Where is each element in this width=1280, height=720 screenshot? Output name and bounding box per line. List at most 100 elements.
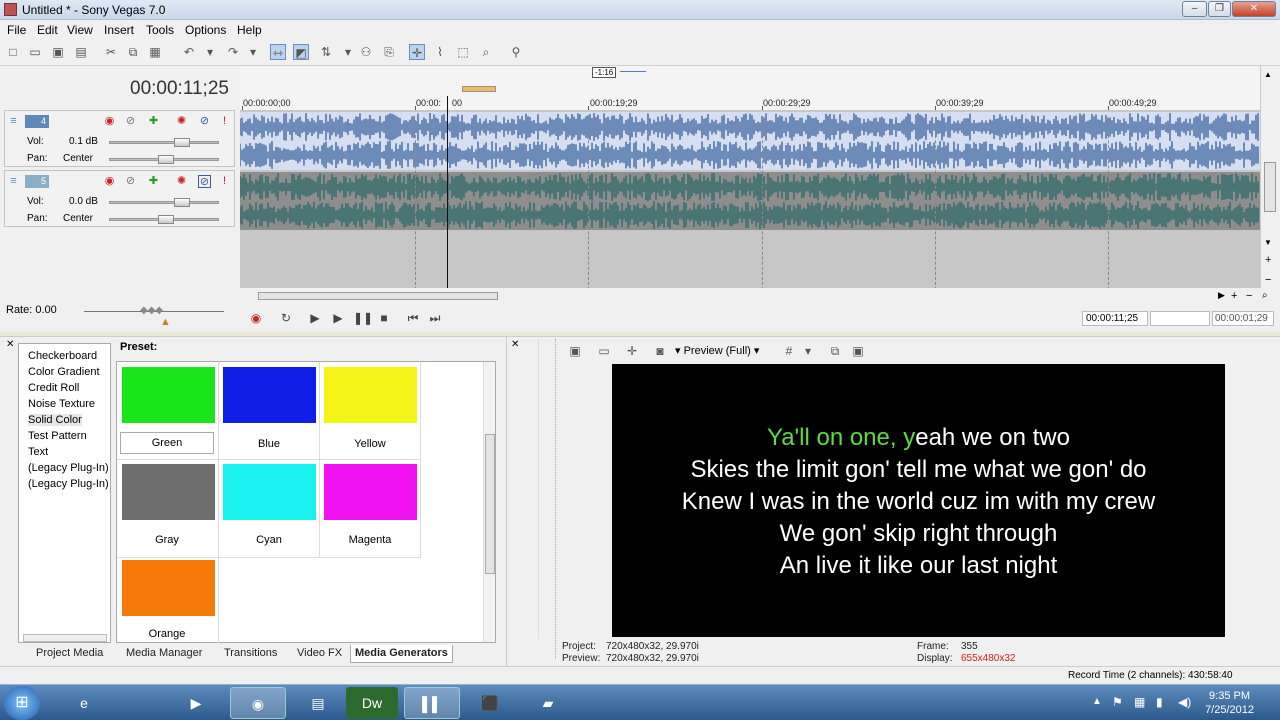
preset-scroll-thumb[interactable]: [485, 434, 495, 574]
preset-cell[interactable]: Green: [117, 362, 219, 460]
menu-edit[interactable]: Edit: [37, 23, 58, 37]
preset-vertical-scrollbar[interactable]: [483, 362, 495, 642]
list-horizontal-scrollbar[interactable]: [23, 634, 107, 642]
menu-tools[interactable]: Tools: [146, 23, 174, 37]
menu-file[interactable]: File: [7, 23, 26, 37]
menu-options[interactable]: Options: [185, 23, 226, 37]
minimize-button[interactable]: –: [1182, 1, 1207, 17]
audio-event-track-4[interactable]: [240, 112, 1260, 170]
solo-icon[interactable]: !: [218, 115, 231, 128]
track-collapse-icon[interactable]: ≡: [7, 115, 20, 128]
envelope-tool-icon[interactable]: ⌇: [432, 44, 448, 60]
internet-explorer-icon[interactable]: e: [56, 687, 112, 719]
track-collapse-icon[interactable]: ≡: [7, 175, 20, 188]
play-from-start-icon[interactable]: ▶: [307, 310, 323, 326]
go-to-start-icon[interactable]: ⏮: [405, 310, 421, 326]
generator-item[interactable]: (Legacy Plug-In) T: [28, 462, 110, 474]
start-button[interactable]: ⊞: [4, 686, 40, 720]
automation-icon[interactable]: ✚: [147, 115, 160, 128]
loop-playback-icon[interactable]: ↻: [278, 310, 294, 326]
scroll-thumb[interactable]: [1264, 162, 1276, 212]
volume-slider-thumb[interactable]: [174, 198, 190, 207]
zoom-in-icon[interactable]: +: [1265, 254, 1271, 266]
redo-icon[interactable]: ↷: [225, 44, 241, 60]
scroll-right-icon[interactable]: ▶: [1218, 290, 1225, 301]
selection-start-time[interactable]: 00:00:11;25: [1082, 311, 1148, 326]
close-preview-icon[interactable]: ✕: [511, 339, 519, 350]
tab-media-manager[interactable]: Media Manager: [122, 645, 206, 663]
tab-media-generators[interactable]: Media Generators: [350, 645, 453, 663]
battery-icon[interactable]: ▮: [1156, 695, 1163, 709]
zoom-in-time-icon[interactable]: +: [1231, 290, 1237, 302]
arm-record-icon[interactable]: ◉: [103, 115, 116, 128]
save-icon[interactable]: ▣: [50, 44, 66, 60]
preview-quality-dropdown[interactable]: ▾ Preview (Full) ▾: [675, 344, 759, 357]
overlays-icon[interactable]: #: [781, 343, 797, 359]
pan-slider-thumb[interactable]: [158, 155, 174, 164]
media-player-icon[interactable]: ▶: [168, 687, 224, 719]
volume-slider[interactable]: [109, 198, 219, 207]
notes-icon[interactable]: ▰: [520, 687, 576, 719]
scroll-down-icon[interactable]: ▼: [1264, 238, 1272, 247]
action-center-icon[interactable]: ⚑: [1112, 695, 1123, 709]
ripple-edit-icon[interactable]: ⇅: [318, 44, 334, 60]
track-fx-icon[interactable]: ✺: [175, 175, 188, 188]
pan-slider-thumb[interactable]: [158, 215, 174, 224]
pan-slider[interactable]: [109, 155, 219, 164]
menu-insert[interactable]: Insert: [104, 23, 134, 37]
normal-edit-tool-icon[interactable]: ✛: [409, 44, 425, 60]
maximize-button[interactable]: ❐: [1208, 1, 1231, 17]
timeline-ruler[interactable]: -1:16 00:00:00;00 00:00: 00 00:00:19;29 …: [240, 66, 1260, 112]
dreamweaver-icon[interactable]: Dw: [346, 687, 398, 719]
mute-icon[interactable]: ⊘: [198, 115, 211, 128]
auto-crossfade-icon[interactable]: ◩: [293, 44, 309, 60]
volume-slider[interactable]: [109, 138, 219, 147]
tab-video-fx[interactable]: Video FX: [293, 645, 346, 663]
generator-item-selected[interactable]: Solid Color: [28, 414, 82, 426]
volume-icon[interactable]: ◀): [1178, 695, 1191, 709]
loop-region-marker[interactable]: -1:16: [592, 67, 617, 78]
generator-item[interactable]: Noise Texture: [28, 398, 95, 410]
paste-icon[interactable]: ▦: [147, 44, 163, 60]
split-screen-icon[interactable]: ◙: [652, 343, 668, 359]
record-icon[interactable]: ◉: [248, 310, 264, 326]
pan-slider[interactable]: [109, 215, 219, 224]
selection-tool-icon[interactable]: ⬚: [455, 44, 471, 60]
generator-item[interactable]: Checkerboard: [28, 350, 97, 362]
generator-item[interactable]: Color Gradient: [28, 366, 100, 378]
preview-properties-icon[interactable]: ▣: [567, 343, 583, 359]
audio-event-track-5[interactable]: [240, 172, 1260, 230]
stop-icon[interactable]: ■: [376, 310, 392, 326]
snapping-icon[interactable]: ⇿: [270, 44, 286, 60]
selection-length-time[interactable]: 00:00:01;29: [1212, 311, 1274, 326]
undo-icon[interactable]: ↶: [181, 44, 197, 60]
generator-item[interactable]: Text: [28, 446, 48, 458]
show-hidden-icons-icon[interactable]: ▲: [1092, 696, 1102, 707]
zoom-tool-small-icon[interactable]: ⌕: [1262, 290, 1268, 301]
zoom-tool-icon[interactable]: ⌕: [478, 44, 494, 60]
redo-dropdown-icon[interactable]: ▾: [245, 44, 261, 60]
pane-splitter[interactable]: [555, 339, 557, 659]
tab-transitions[interactable]: Transitions: [220, 645, 281, 663]
preset-cell[interactable]: Cyan: [219, 460, 320, 558]
invert-phase-icon[interactable]: ⊘: [124, 175, 137, 188]
solo-icon[interactable]: !: [218, 175, 231, 188]
video-capture-icon[interactable]: ⬛: [462, 687, 518, 719]
generator-item[interactable]: Test Pattern: [28, 430, 87, 442]
preset-cell[interactable]: Orange: [117, 558, 219, 644]
mute-icon[interactable]: ⊘: [198, 175, 211, 188]
arm-record-icon[interactable]: ◉: [103, 175, 116, 188]
open-folder-icon[interactable]: ▭: [27, 44, 43, 60]
zoom-out-time-icon[interactable]: −: [1246, 290, 1252, 302]
invert-phase-icon[interactable]: ⊘: [124, 115, 137, 128]
preview-fx-icon[interactable]: ✛: [624, 343, 640, 359]
tab-project-media[interactable]: Project Media: [32, 645, 107, 663]
external-monitor-icon[interactable]: ▭: [596, 343, 612, 359]
copy-snapshot-icon[interactable]: ⧉: [827, 343, 843, 359]
zoom-out-icon[interactable]: −: [1265, 274, 1271, 286]
preset-cell[interactable]: Magenta: [320, 460, 421, 558]
selection-end-time[interactable]: [1150, 311, 1210, 326]
system-clock[interactable]: 9:35 PM 7/25/2012: [1205, 689, 1254, 717]
whats-this-icon[interactable]: ⚲: [508, 44, 524, 60]
menu-help[interactable]: Help: [237, 23, 262, 37]
